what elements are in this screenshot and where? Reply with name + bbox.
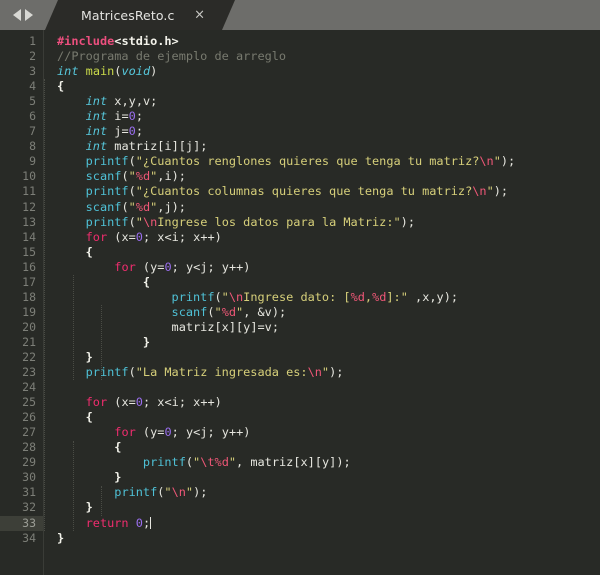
line-number: 11	[22, 184, 36, 199]
line-number: 17	[22, 274, 36, 289]
code-line[interactable]: {	[57, 440, 600, 455]
line-number: 10	[22, 169, 36, 184]
close-icon[interactable]: ×	[194, 9, 205, 22]
code-line[interactable]: }	[57, 500, 600, 515]
code-line[interactable]: int x,y,v;	[57, 94, 600, 109]
code-line[interactable]: printf("\nIngrese los datos para la Matr…	[57, 215, 600, 230]
code-line[interactable]: //Programa de ejemplo de arreglo	[57, 49, 600, 64]
code-line[interactable]: scanf("%d",j);	[57, 200, 600, 215]
tab-bar-empty-area	[235, 0, 600, 30]
line-number: 31	[22, 485, 36, 500]
code-line[interactable]: int main(void)	[57, 64, 600, 79]
code-line[interactable]: {	[57, 410, 600, 425]
code-line[interactable]: printf("\t%d", matriz[x][y]);	[57, 455, 600, 470]
line-number: 22	[22, 349, 36, 364]
editor-body: 1 2 3 4 5 6 7 8 9 10 11 12 13 14 15 16 17 18 19 20 21 22 23 24 2…	[0, 30, 600, 575]
line-number: 1	[29, 34, 36, 48]
code-line[interactable]: int matriz[i][j];	[57, 139, 600, 154]
code-line[interactable]: }	[57, 350, 600, 365]
code-line[interactable]: {	[57, 245, 600, 260]
tab-bar: MatricesReto.c ×	[0, 0, 600, 30]
line-number-gutter: 1 2 3 4 5 6 7 8 9 10 11 12 13 14 15 16 17 18 19 20 21 22 23 24 2…	[0, 30, 44, 575]
code-line[interactable]: printf("\nIngrese dato: [%d,%d]:" ,x,y);	[57, 290, 600, 305]
line-number: 9	[29, 154, 36, 169]
code-area[interactable]: #include<stdio.h>//Programa de ejemplo d…	[44, 30, 600, 575]
line-number: 19	[22, 304, 36, 319]
line-number: 27	[22, 425, 36, 440]
line-number: 2	[29, 49, 36, 64]
line-number: 7	[29, 124, 36, 139]
line-number: 24	[22, 380, 36, 395]
code-line[interactable]: }	[57, 335, 600, 350]
code-line[interactable]: printf("¿Cuantos columnas quieres que te…	[57, 184, 600, 199]
line-number: 4	[29, 79, 36, 94]
code-line[interactable]: printf("¿Cuantos renglones quieres que t…	[57, 154, 600, 169]
code-line[interactable]: for (y=0; y<j; y++)	[57, 260, 600, 275]
line-number: 23	[22, 365, 36, 380]
line-number: 25	[22, 395, 36, 410]
code-line[interactable]: for (x=0; x<i; x++)	[57, 230, 600, 245]
tab-matricesreto-c[interactable]: MatricesReto.c ×	[45, 0, 235, 30]
line-number: 3	[29, 64, 36, 79]
line-number: 34	[22, 530, 36, 545]
tab-title: MatricesReto.c	[81, 7, 175, 23]
line-number: 32	[22, 500, 36, 515]
line-number: 15	[22, 244, 36, 259]
line-number: 13	[22, 214, 36, 229]
code-editor-window: MatricesReto.c × 1 2 3 4 5 6 7 8 9 10 11 12 13 14 15 16…	[0, 0, 600, 575]
code-line[interactable]: return 0;	[57, 516, 600, 531]
code-line[interactable]: int j=0;	[57, 124, 600, 139]
line-number: 20	[22, 319, 36, 334]
line-number: 29	[22, 455, 36, 470]
line-number: 28	[22, 440, 36, 455]
line-number: 21	[22, 334, 36, 349]
code-line[interactable]: for (x=0; x<i; x++)	[57, 395, 600, 410]
tab-next-arrow-icon[interactable]	[24, 9, 33, 21]
tab-nav-arrows[interactable]	[0, 0, 45, 30]
line-number: 16	[22, 259, 36, 274]
code-line[interactable]: printf("\n");	[57, 485, 600, 500]
code-line[interactable]: }	[57, 531, 600, 546]
line-number: 6	[29, 109, 36, 124]
line-number: 26	[22, 410, 36, 425]
code-line[interactable]: scanf("%d",i);	[57, 169, 600, 184]
code-line[interactable]: matriz[x][y]=v;	[57, 320, 600, 335]
code-line[interactable]: {	[57, 275, 600, 290]
line-number: 5	[29, 94, 36, 109]
code-line[interactable]: int i=0;	[57, 109, 600, 124]
code-line[interactable]: }	[57, 470, 600, 485]
line-number: 33	[0, 515, 44, 531]
code-line[interactable]: for (y=0; y<j; y++)	[57, 425, 600, 440]
tab-prev-arrow-icon[interactable]	[12, 9, 21, 21]
line-number: 12	[22, 199, 36, 214]
code-line[interactable]: {	[57, 79, 600, 94]
code-line[interactable]: scanf("%d", &v);	[57, 305, 600, 320]
code-line[interactable]: #include<stdio.h>	[57, 34, 600, 49]
line-number: 18	[22, 289, 36, 304]
line-number: 14	[22, 229, 36, 244]
code-line[interactable]	[57, 380, 600, 395]
code-line[interactable]: printf("La Matriz ingresada es:\n");	[57, 365, 600, 380]
line-number: 30	[22, 470, 36, 485]
line-number: 8	[29, 139, 36, 154]
code-lines: #include<stdio.h>//Programa de ejemplo d…	[57, 34, 600, 546]
